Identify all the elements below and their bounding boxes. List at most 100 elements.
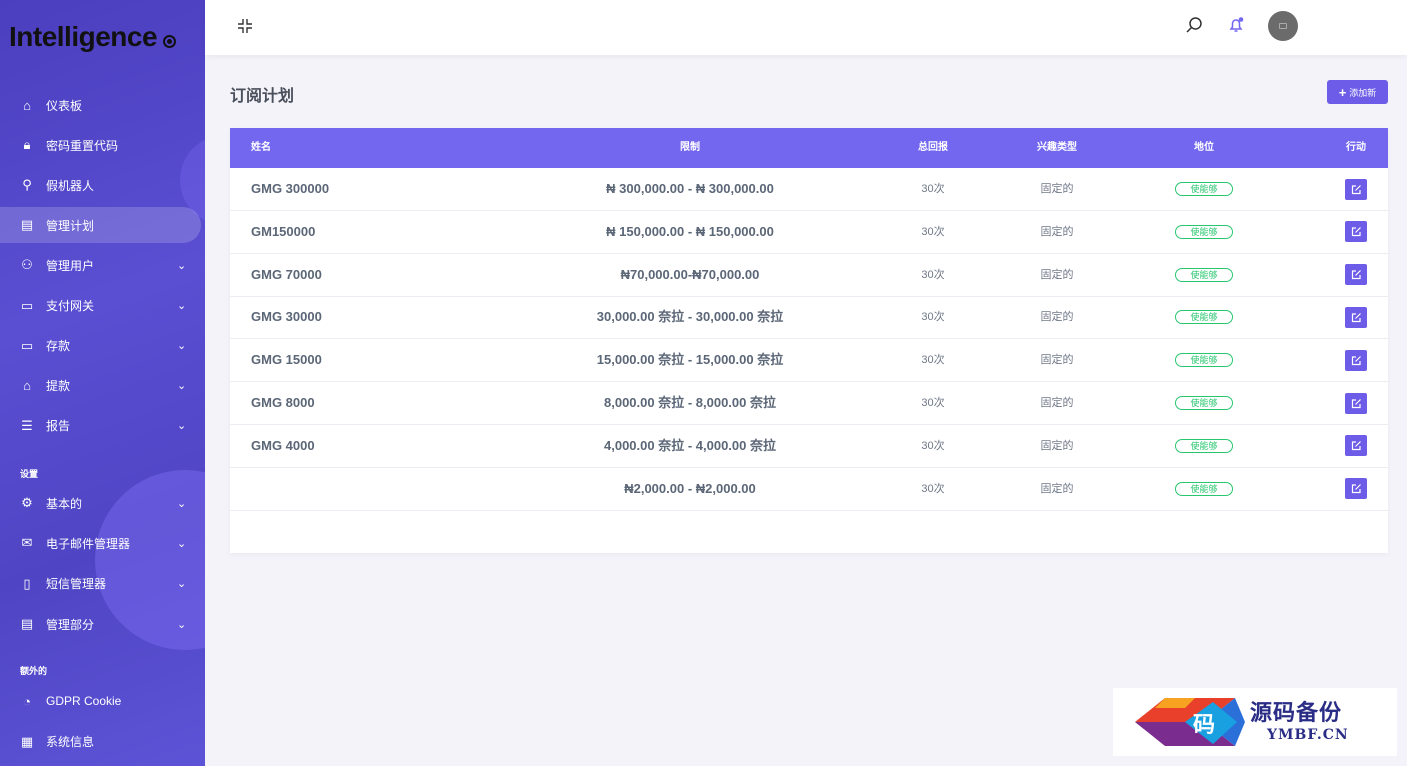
sidebar-item[interactable]: ▯ 短信管理器 ⌄ — [0, 566, 205, 602]
plan-action-cell — [1345, 168, 1367, 210]
section-icon: ▤ — [20, 616, 34, 632]
link-icon: ⚲ — [22, 177, 32, 193]
sidebar-item[interactable]: ⚇ 管理用户 ⌄ — [0, 247, 205, 283]
sidebar-item[interactable]: ✉ 电子邮件管理器 ⌄ — [0, 525, 205, 561]
column-header-action: 行动 — [1346, 142, 1366, 153]
mail-icon: ✉ — [21, 535, 33, 551]
watermark: 码 源码备份 YMBF.CN — [1113, 688, 1397, 756]
edit-button[interactable] — [1345, 306, 1367, 328]
sidebar-item-label: 密码重置代码 — [46, 138, 119, 153]
edit-button[interactable] — [1345, 478, 1367, 500]
edit-button[interactable] — [1345, 264, 1367, 286]
target-icon — [163, 34, 177, 48]
edit-button[interactable] — [1345, 178, 1367, 200]
chevron-down-icon: ⌄ — [177, 618, 187, 631]
edit-icon — [1351, 184, 1361, 194]
plan-return: 30次 — [921, 482, 945, 495]
edit-icon — [1351, 270, 1361, 280]
add-new-label: 添加新 — [1349, 87, 1377, 98]
edit-button[interactable] — [1345, 349, 1367, 371]
phone-icon: ▯ — [23, 575, 31, 591]
user-avatar[interactable] — [1268, 11, 1298, 41]
plan-action-cell — [1345, 382, 1367, 424]
sidebar-item[interactable]: ▤ 管理计划 — [0, 207, 201, 244]
plan-interest-type: 固定的 — [1040, 268, 1074, 281]
sidebar-item[interactable]: ◔ GDPR Cookie — [0, 683, 205, 719]
plan-status-cell: 使能够 — [1174, 468, 1234, 510]
plan-action-cell — [1345, 425, 1367, 467]
sidebar-item-label: 报告 — [46, 419, 71, 434]
sidebar-item[interactable]: ▦ 系统信息 — [0, 724, 205, 760]
brand-logo[interactable]: Intelligence — [8, 17, 177, 57]
table-row: GMG 8000 8,000.00 奈拉 - 8,000.00 奈拉 30次 固定的 使… — [230, 382, 1388, 425]
plan-limit: 30,000.00 奈拉 - 30,000.00 奈拉 — [596, 309, 784, 325]
plus-icon: + — [1338, 84, 1347, 100]
sidebar-item[interactable]: ▭ 支付网关 ⌄ — [0, 288, 205, 324]
plan-limit: ₦ 300,000.00 - ₦ 300,000.00 — [606, 181, 774, 196]
edit-button[interactable] — [1345, 435, 1367, 457]
table-row: GMG 70000 ₦70,000.00-₦70,000.00 30次 固定的 使能够 — [230, 254, 1388, 297]
sidebar-item-label: 基本的 — [46, 496, 83, 511]
edit-icon — [1351, 227, 1361, 237]
edit-button[interactable] — [1345, 392, 1367, 414]
watermark-text-cn: 源码备份 — [1250, 700, 1343, 726]
image-placeholder-icon — [1279, 23, 1287, 29]
table-row: ₦2,000.00 - ₦2,000.00 30次 固定的 使能够 — [230, 468, 1388, 511]
sidebar-item[interactable]: ⚲ 假机器人 — [0, 167, 205, 203]
home-icon: ⌂ — [23, 97, 31, 113]
plan-interest-type: 固定的 — [1040, 354, 1074, 367]
plan-interest-type: 固定的 — [1040, 183, 1074, 195]
plan-limit: ₦70,000.00-₦70,000.00 — [620, 266, 760, 282]
bell-icon[interactable] — [1227, 16, 1245, 34]
chevron-down-icon: ⌄ — [177, 259, 187, 272]
add-new-button[interactable]: + 添加新 — [1327, 80, 1388, 104]
chevron-down-icon: ⌄ — [177, 420, 187, 433]
sidebar-item[interactable]: ☰ 报告 ⌄ — [0, 408, 205, 444]
gear-icon: ⚙ — [21, 495, 33, 510]
sidebar-item[interactable]: ▤ 管理部分 ⌄ — [0, 606, 205, 642]
search-icon[interactable] — [1185, 16, 1203, 34]
plan-name: GMG 30000 — [251, 309, 322, 325]
sidebar: Intelligence ⌂ 仪表板 🔒︎ 密码重置代码 ⚲ 假机器人 ▤ 管理计划 ⚇ 管理用户… — [0, 0, 205, 766]
table-row: GMG 300000 ₦ 300,000.00 - ₦ 300,000.00 30次… — [230, 168, 1388, 211]
chevron-down-icon: ⌄ — [177, 537, 187, 550]
status-badge: 使能够 — [1175, 224, 1233, 239]
plan-name: GMG 4000 — [251, 437, 315, 453]
plan-interest-type: 固定的 — [1040, 482, 1074, 495]
sidebar-item-label: 短信管理器 — [46, 577, 107, 592]
sidebar-item[interactable]: ▭ 存款 ⌄ — [0, 328, 205, 364]
section-title-settings: 设置 — [20, 469, 39, 479]
plan-limit: ₦2,000.00 - ₦2,000.00 — [624, 480, 756, 496]
chevron-down-icon: ⌄ — [177, 578, 187, 591]
sidebar-item[interactable]: ⚙ 基本的 ⌄ — [0, 485, 205, 521]
plan-return: 30次 — [921, 311, 945, 324]
list-icon: ☰ — [21, 417, 33, 433]
plan-return: 30次 — [921, 225, 945, 238]
plan-name: GMG 8000 — [251, 395, 315, 410]
sidebar-item[interactable]: ⌂ 提款 ⌄ — [0, 368, 205, 404]
edit-icon — [1351, 312, 1361, 322]
plan-action-cell — [1345, 211, 1367, 253]
plan-return: 30次 — [921, 268, 945, 281]
status-badge: 使能够 — [1175, 353, 1233, 368]
plan-return: 30次 — [921, 397, 945, 409]
plan-icon: ▤ — [20, 217, 34, 233]
plans-table: 姓名 限制 总回报 兴趣类型 地位 行动 GMG 300000 ₦ 300,000… — [230, 128, 1388, 553]
plan-name: GMG 300000 — [251, 181, 330, 196]
status-badge: 使能够 — [1175, 438, 1233, 453]
server-icon: ▦ — [20, 733, 34, 749]
plan-name: GMG 70000 — [251, 266, 322, 282]
plan-limit: ₦ 150,000.00 - ₦ 150,000.00 — [606, 223, 774, 239]
watermark-text-en: YMBF.CN — [1267, 727, 1349, 743]
plan-name: GMG 15000 — [251, 352, 322, 368]
plan-status-cell: 使能够 — [1174, 296, 1234, 338]
edit-icon — [1351, 484, 1361, 494]
plan-return: 30次 — [921, 439, 945, 452]
edit-button[interactable] — [1345, 221, 1367, 243]
sidebar-item[interactable]: 🔒︎ 密码重置代码 — [0, 127, 205, 163]
sidebar-item[interactable]: ⌂ 仪表板 — [0, 87, 205, 123]
chevron-down-icon: ⌄ — [177, 300, 187, 312]
collapse-icon[interactable] — [237, 18, 253, 34]
plan-name: GM150000 — [251, 223, 316, 239]
column-header-type: 兴趣类型 — [1037, 142, 1077, 153]
